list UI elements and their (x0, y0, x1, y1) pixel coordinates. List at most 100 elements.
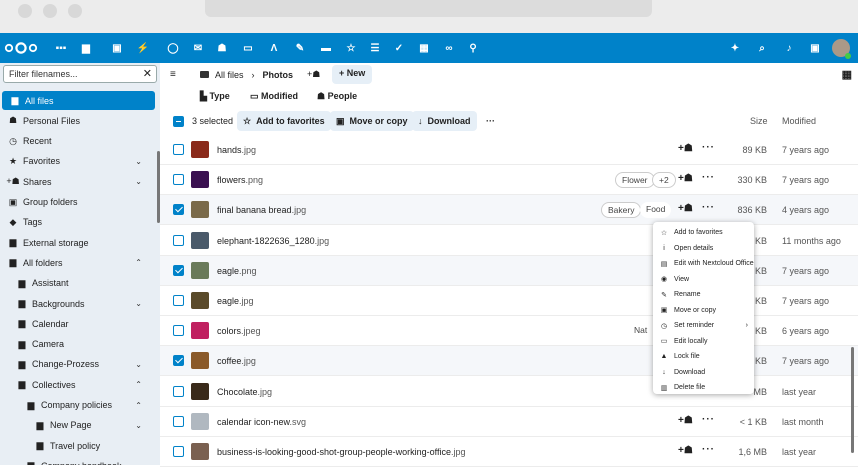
menu-item-lock-file[interactable]: ▲ Lock file (653, 349, 754, 364)
breadcrumb-current[interactable]: Photos (263, 70, 294, 80)
file-name[interactable]: Chocolate.jpg (217, 387, 272, 397)
share-icon[interactable]: +☗ (678, 415, 693, 426)
file-name[interactable]: eagle.jpg (217, 296, 254, 306)
address-bar[interactable] (205, 0, 652, 17)
file-checkbox[interactable] (173, 295, 184, 306)
assistant-icon[interactable]: ✦ (727, 40, 743, 56)
links-icon[interactable]: ∞ (441, 40, 457, 56)
chevron-up-icon[interactable]: ⌃ (135, 380, 142, 389)
share-icon[interactable]: +☗ (678, 143, 693, 154)
file-name[interactable]: hands.jpg (217, 145, 256, 155)
chevron-down-icon[interactable]: ⌄ (135, 421, 142, 430)
menu-item-set-reminder[interactable]: ◷ Set reminder › (653, 318, 754, 333)
file-row[interactable]: business-is-looking-good-shot-group-peop… (160, 437, 858, 467)
file-thumbnail[interactable] (191, 292, 209, 309)
file-checkbox[interactable] (173, 325, 184, 337)
menu-item-move-or-copy[interactable]: ▣ Move or copy (653, 303, 754, 318)
file-checkbox[interactable] (173, 415, 184, 427)
chevron-up-icon[interactable]: ⌃ (135, 401, 142, 410)
file-name[interactable]: coffee.jpg (217, 356, 256, 366)
share-icon[interactable]: +☗ (678, 445, 693, 456)
file-tag[interactable]: Bakery (601, 202, 642, 219)
filter-type-chip[interactable]: ▙ Type (200, 91, 230, 102)
files-icon[interactable]: ▆ (78, 40, 94, 56)
file-thumbnail[interactable] (191, 201, 209, 219)
menu-item-add-to-favorites[interactable]: ☆ Add to favorites (653, 225, 754, 240)
toggle-sidebar-icon[interactable]: ≡ (170, 69, 176, 80)
share-icon[interactable]: +☗ (678, 203, 693, 214)
menu-item-edit-with-nextcloud-office[interactable]: ▤ Edit with Nextcloud Office (653, 256, 754, 271)
main-scrollbar[interactable] (851, 347, 854, 453)
contacts-menu-icon[interactable]: ▣ (807, 40, 823, 56)
file-thumbnail[interactable] (191, 231, 209, 249)
chevron-down-icon[interactable]: ⌄ (135, 299, 142, 308)
file-name[interactable]: flowers.png (217, 175, 263, 185)
clear-filter-icon[interactable]: ✕ (143, 67, 152, 80)
tables-icon[interactable]: ▦ (416, 40, 432, 56)
contacts-icon[interactable]: ☗ (214, 40, 230, 56)
file-actions-icon[interactable]: ··· (702, 172, 715, 183)
window-maximize-dot[interactable] (68, 4, 82, 18)
file-actions-icon[interactable]: ··· (702, 414, 715, 425)
file-name[interactable]: business-is-looking-good-shot-group-peop… (217, 447, 465, 457)
file-row[interactable]: calendar icon-new.svg +☗ ··· < 1 KB last mon… (160, 407, 858, 437)
chevron-down-icon[interactable]: ⌄ (135, 177, 142, 186)
menu-item-open-details[interactable]: i Open details (653, 241, 754, 256)
file-actions-icon[interactable]: ··· (702, 444, 715, 455)
menu-item-edit-locally[interactable]: ▭ Edit locally (653, 334, 754, 349)
mail-icon[interactable]: ✉ (190, 40, 206, 56)
new-button[interactable]: + New (332, 65, 373, 84)
file-name[interactable]: colors.jpeg (217, 326, 261, 336)
file-thumbnail[interactable] (191, 171, 209, 189)
calendar-icon[interactable]: ▭ (240, 40, 256, 56)
sidebar-item-new-page[interactable]: ▆ New Page ⌄ (0, 416, 158, 435)
share-folder-icon[interactable]: +☗ (307, 69, 320, 80)
file-name[interactable]: elephant-1822636_1280.jpg (217, 236, 329, 246)
maps-icon[interactable]: ⚲ (465, 40, 481, 56)
file-name[interactable]: final banana bread.jpg (217, 205, 306, 215)
search-app-icon[interactable]: ◯ (165, 40, 181, 56)
file-thumbnail[interactable] (191, 412, 209, 430)
favorites-icon[interactable]: ☆ (343, 40, 359, 56)
sidebar-item-assistant[interactable]: ▆ Assistant (0, 274, 158, 293)
file-tag[interactable]: Food (640, 202, 672, 219)
sidebar-item-calendar[interactable]: ▆ Calendar (0, 314, 158, 333)
file-row[interactable]: final banana bread.jpg Bakery Food +☗ ··· 836… (160, 195, 858, 226)
file-checkbox[interactable] (173, 264, 184, 276)
file-thumbnail[interactable] (191, 261, 209, 279)
file-tag[interactable]: +2 (652, 172, 676, 189)
file-checkbox[interactable] (173, 446, 184, 457)
sidebar-item-tags[interactable]: ◆ Tags (0, 213, 158, 232)
breadcrumb-root[interactable]: All files (215, 70, 244, 80)
sidebar-item-change-prozess[interactable]: ▆ Change-Prozess ⌄ (0, 355, 158, 374)
checklist-icon[interactable]: ✓ (391, 40, 407, 56)
share-icon[interactable]: +☗ (678, 173, 693, 184)
filter-people-chip[interactable]: ☗ People (317, 91, 357, 102)
chevron-down-icon[interactable]: ⌄ (135, 157, 142, 166)
file-thumbnail[interactable] (191, 322, 209, 340)
sidebar-item-backgrounds[interactable]: ▆ Backgrounds ⌄ (0, 294, 158, 313)
file-row[interactable]: hands.jpg +☗ ··· 89 KB 7 years ago (160, 135, 858, 165)
file-name[interactable]: eagle.png (217, 266, 257, 276)
sidebar-item-camera[interactable]: ▆ Camera (0, 335, 158, 354)
menu-item-view[interactable]: ◉ View (653, 272, 754, 287)
notifications-icon[interactable]: ♪ (781, 40, 797, 56)
dashboard-icon[interactable]: ▪▪▪ (53, 40, 69, 56)
chevron-down-icon[interactable]: ⌄ (135, 461, 142, 465)
photos-icon[interactable]: ▣ (109, 40, 125, 56)
file-tag[interactable]: Nat (634, 323, 648, 340)
window-minimize-dot[interactable] (43, 4, 57, 18)
filter-input[interactable]: Filter filenames... ✕ (3, 65, 157, 83)
download-button[interactable]: ↓ Download (412, 111, 477, 131)
sidebar-item-recent[interactable]: ◷ Recent (0, 132, 158, 151)
tasks-icon[interactable]: ☰ (367, 40, 383, 56)
file-thumbnail[interactable] (191, 141, 209, 158)
file-checkbox[interactable] (173, 144, 184, 155)
sidebar-item-group-folders[interactable]: ▣ Group folders (0, 193, 158, 212)
file-checkbox[interactable] (173, 385, 184, 397)
sidebar-item-external-storage[interactable]: ▆ External storage (0, 233, 158, 252)
move-or-copy-button[interactable]: ▣ Move or copy (330, 111, 414, 131)
file-checkbox[interactable] (173, 355, 184, 367)
file-checkbox[interactable] (173, 174, 184, 186)
file-actions-icon[interactable]: ··· (702, 202, 715, 213)
